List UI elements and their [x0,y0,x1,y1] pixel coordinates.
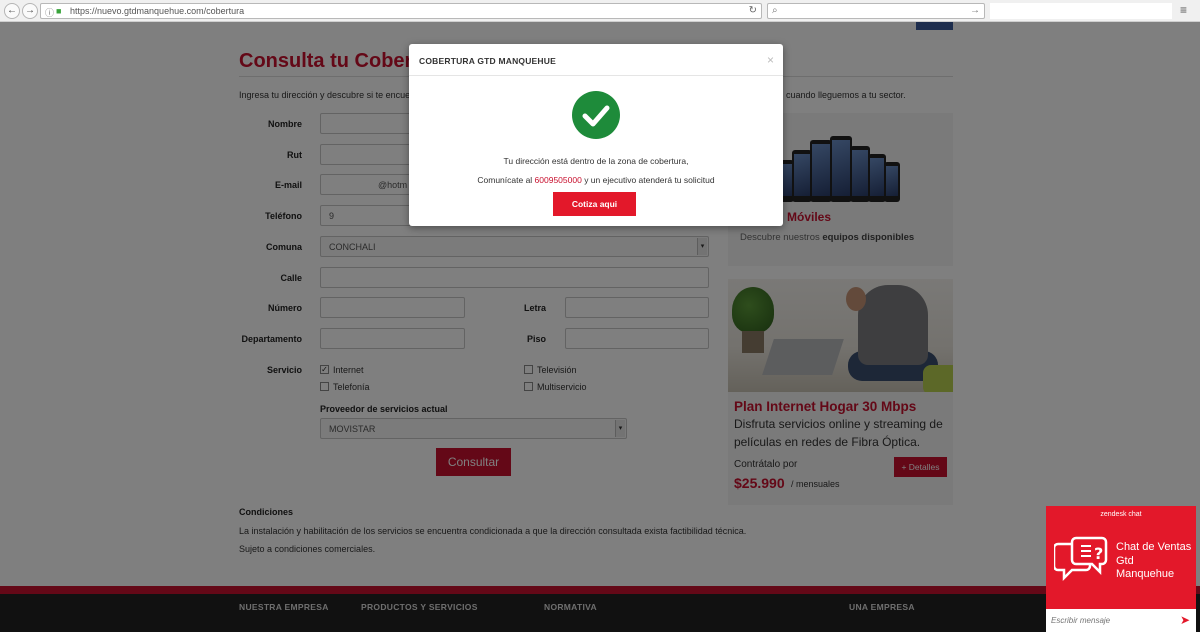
back-button[interactable]: ← [4,3,20,19]
url-text[interactable]: https://nuevo.gtdmanquehue.com/cobertura [70,6,244,16]
svg-text:?: ? [1094,544,1103,563]
coverage-modal: COBERTURA GTD MANQUEHUE × Tu dirección e… [409,44,783,226]
chat-title: Chat de Ventas Gtd Manquehue [1116,541,1192,580]
search-bar[interactable]: ⌕ → [767,3,985,19]
chat-input-area[interactable]: ➤ [1046,609,1196,632]
chat-message-input[interactable] [1051,614,1171,627]
zendesk-brand: zendesk chat [1100,511,1142,518]
go-icon[interactable]: → [970,5,980,16]
cotiza-button[interactable]: Cotiza aqui [553,192,636,216]
modal-title: COBERTURA GTD MANQUEHUE [419,56,556,66]
arrow-left-icon: ← [7,5,17,16]
reload-icon[interactable]: ↻ [749,5,757,16]
toolbar-blank-field[interactable] [990,3,1172,19]
lock-icon: ■ [56,6,62,16]
forward-button[interactable]: → [22,3,38,19]
search-icon: ⌕ [772,5,778,16]
chat-bubbles-icon: ? [1052,534,1110,589]
send-icon[interactable]: ➤ [1180,613,1190,627]
modal-message-2: Comunícate al 6009505000 y un ejecutivo … [477,175,715,185]
modal-message-1: Tu dirección está dentro de la zona de c… [503,156,689,166]
check-circle-icon [572,91,620,139]
address-bar[interactable]: ⓘ ■ https://nuevo.gtdmanquehue.com/cober… [40,3,762,19]
arrow-right-icon: → [25,5,35,16]
menu-icon[interactable]: ≡ [1180,3,1187,17]
zendesk-chat-widget[interactable]: zendesk chat ? Chat de Ventas Gtd Manque… [1046,506,1196,632]
close-icon[interactable]: × [767,53,774,67]
info-icon[interactable]: ⓘ [45,6,54,19]
modal-header: COBERTURA GTD MANQUEHUE × [409,44,783,76]
browser-toolbar: ← → ⓘ ■ https://nuevo.gtdmanquehue.com/c… [0,0,1200,22]
phone-number[interactable]: 6009505000 [535,175,582,185]
